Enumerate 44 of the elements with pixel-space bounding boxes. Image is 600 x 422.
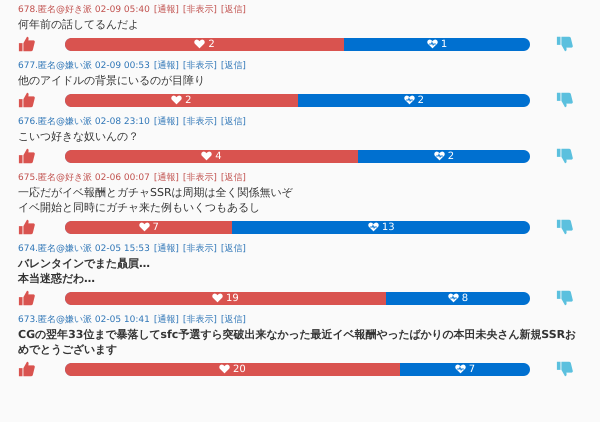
post-action-link[interactable]: [通報] [154, 3, 179, 17]
post-action-link[interactable]: [非表示] [182, 313, 217, 327]
post-action-link[interactable]: [非表示] [182, 59, 217, 73]
dislike-count: 13 [368, 220, 395, 234]
dislike-count: 7 [454, 362, 476, 376]
post-author: 677.匿名@嫌い派 02-09 00:53 [18, 60, 150, 73]
post-text: イベ開始と同時にガチャ来た例もいくつもあるし [18, 200, 261, 215]
dislike-count: 8 [448, 292, 468, 304]
like-count: 2 [194, 38, 215, 50]
post-text: こいつ好きな奴いんの？ [18, 129, 140, 144]
post-action-link[interactable]: [通報] [154, 115, 179, 129]
dislike-count: 1 [426, 38, 448, 50]
post-text: 一応だがイベ報酬とガチャSSRは周期は全く関係無いぞ [18, 185, 294, 200]
post-action-link[interactable]: [返信] [220, 3, 246, 17]
post-text: 本当迷惑だわ… [18, 271, 96, 286]
dislike-count: 2 [404, 94, 424, 106]
like-count: 7 [138, 220, 159, 234]
post-text: CGの翌年33位まで暴落してsfc予選すら突破出来なかった最近イベ報酬やったばかりの本田未央さん新規SSRおめでとうございます [18, 327, 578, 357]
post-action-link[interactable]: [通報] [154, 171, 179, 185]
post-author: 673.匿名@嫌い派 02-05 10:41 [18, 314, 150, 327]
post-action-link[interactable]: [通報] [154, 242, 179, 256]
like-count: 19 [212, 292, 239, 304]
post-author: 674.匿名@嫌い派 02-05 15:53 [18, 242, 150, 256]
post-action-link[interactable]: [返信] [220, 59, 246, 73]
like-count: 2 [171, 94, 192, 106]
post-action-link[interactable]: [非表示] [182, 3, 217, 17]
dislike-count: 2 [434, 150, 454, 162]
post-text: 何年前の話してるんだよ [18, 17, 140, 32]
post-action-link[interactable]: [返信] [220, 115, 246, 129]
post-action-link[interactable]: [通報] [154, 59, 179, 73]
post-author: 675.匿名@好き派 02-06 00:07 [18, 172, 150, 185]
like-count: 4 [201, 150, 222, 162]
post-action-link[interactable]: [返信] [220, 242, 246, 256]
post-action-link[interactable]: [通報] [154, 313, 179, 327]
post-author: 678.匿名@好き派 02-09 05:40 [18, 4, 150, 17]
post-action-link[interactable]: [非表示] [182, 242, 217, 256]
post-action-link[interactable]: [非表示] [182, 115, 217, 129]
post-action-link[interactable]: [返信] [220, 171, 246, 185]
post-author: 676.匿名@嫌い派 02-08 23:10 [18, 116, 150, 129]
post-text: バレンタインでまた贔屓… [18, 256, 151, 271]
post-text: 他のアイドルの背景にいるのが目障り [18, 73, 206, 88]
like-count: 20 [219, 362, 246, 376]
post-action-link[interactable]: [返信] [220, 313, 246, 327]
post-action-link[interactable]: [非表示] [182, 171, 217, 185]
